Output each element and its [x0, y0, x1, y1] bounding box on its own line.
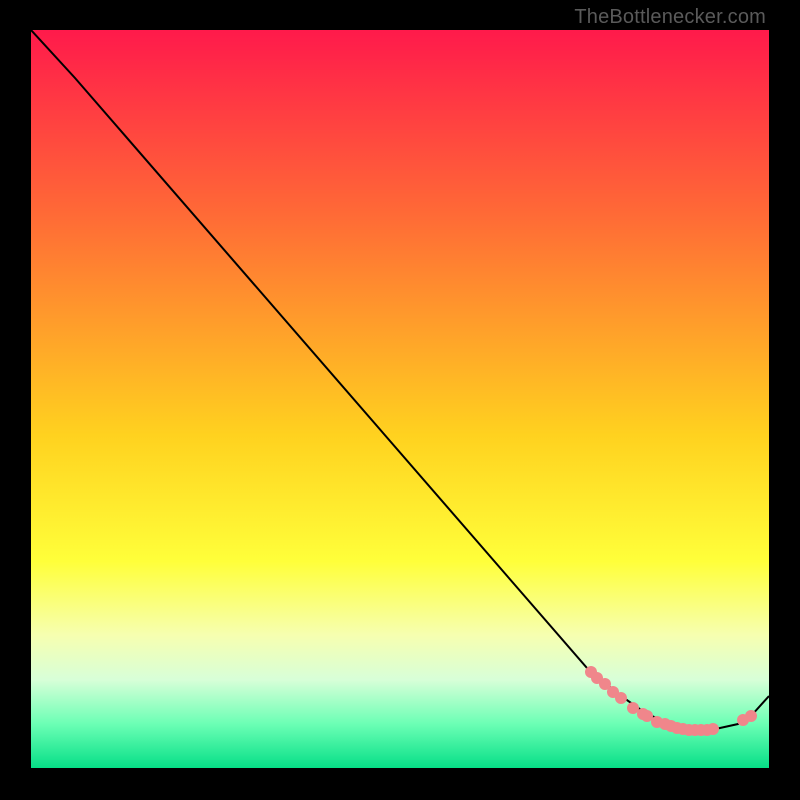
figure-frame: TheBottlenecker.com: [0, 0, 800, 800]
plot-area: [31, 30, 769, 768]
series-curve: [31, 30, 769, 730]
data-marker: [627, 702, 639, 714]
chart-overlay: [31, 30, 769, 768]
data-marker: [745, 710, 757, 722]
data-marker: [707, 723, 719, 735]
data-marker: [615, 692, 627, 704]
data-marker: [641, 710, 653, 722]
attribution-label: TheBottlenecker.com: [574, 6, 766, 29]
